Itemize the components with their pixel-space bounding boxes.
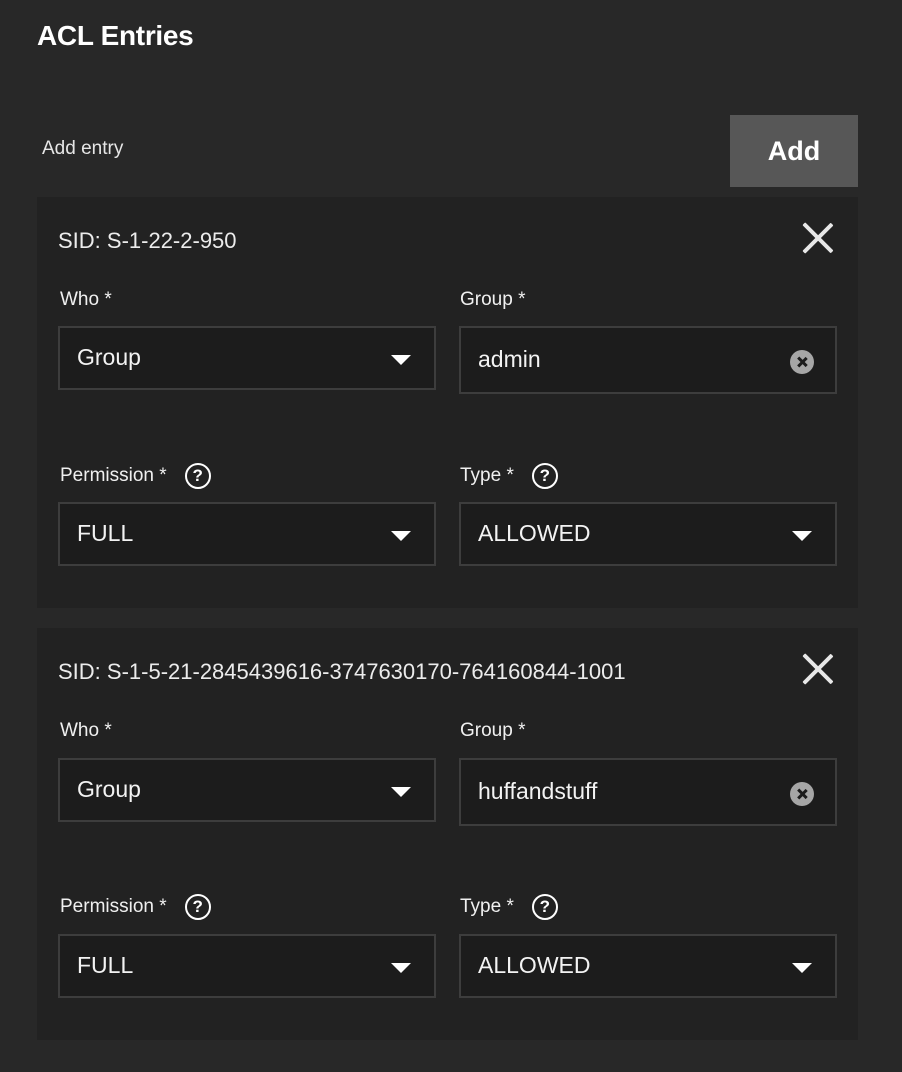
permission-select-value: FULL (77, 951, 134, 978)
page-title: ACL Entries (37, 20, 194, 51)
group-label: Group * (460, 289, 525, 311)
acl-entry-card: SID: S-1-22-2-950 Who * Group Group * ad… (37, 197, 858, 608)
group-input[interactable]: huffandstuff (459, 758, 837, 826)
group-label-text: Group * (460, 720, 526, 741)
who-label: Who * (60, 289, 112, 311)
who-label-text: Who * (60, 289, 112, 310)
type-label-text: Type * (460, 465, 514, 486)
permission-label-text: Permission * (60, 896, 167, 917)
type-label: Type * ? (460, 463, 558, 489)
clear-icon[interactable] (790, 782, 814, 806)
who-select-value: Group (77, 343, 141, 370)
close-icon[interactable] (801, 221, 835, 255)
who-select[interactable]: Group (58, 326, 436, 390)
help-icon[interactable]: ? (184, 894, 211, 920)
add-entry-label: Add entry (42, 138, 124, 159)
permission-select-value: FULL (77, 519, 134, 546)
caret-down-icon (792, 531, 812, 541)
acl-entry-card: SID: S-1-5-21-2845439616-3747630170-7641… (37, 628, 858, 1040)
help-icon[interactable]: ? (531, 463, 558, 489)
type-label-text: Type * (460, 896, 514, 917)
permission-label: Permission * ? (60, 463, 211, 489)
acl-entries-page: ACL Entries Add entry Add SID: S-1-22-2-… (0, 0, 902, 1072)
group-label-text: Group * (460, 289, 526, 310)
group-label: Group * (460, 720, 525, 742)
type-select[interactable]: ALLOWED (459, 502, 837, 566)
who-label-text: Who * (60, 720, 112, 741)
caret-down-icon (391, 787, 411, 797)
permission-select[interactable]: FULL (58, 934, 436, 998)
close-icon[interactable] (801, 652, 835, 686)
group-input-value: admin (478, 345, 541, 372)
group-input[interactable]: admin (459, 326, 837, 394)
group-input-value: huffandstuff (478, 777, 598, 804)
who-select[interactable]: Group (58, 758, 436, 822)
sid-label: SID: S-1-5-21-2845439616-3747630170-7641… (58, 659, 626, 684)
permission-label: Permission * ? (60, 894, 211, 920)
caret-down-icon (391, 531, 411, 541)
permission-select[interactable]: FULL (58, 502, 436, 566)
add-button[interactable]: Add (730, 115, 858, 187)
type-select[interactable]: ALLOWED (459, 934, 837, 998)
who-label: Who * (60, 720, 112, 742)
caret-down-icon (391, 355, 411, 365)
who-select-value: Group (77, 775, 141, 802)
caret-down-icon (391, 963, 411, 973)
caret-down-icon (792, 963, 812, 973)
type-select-value: ALLOWED (478, 951, 591, 978)
permission-label-text: Permission * (60, 465, 167, 486)
clear-icon[interactable] (790, 350, 814, 374)
help-icon[interactable]: ? (531, 894, 558, 920)
help-icon[interactable]: ? (184, 463, 211, 489)
sid-label: SID: S-1-22-2-950 (58, 228, 237, 253)
type-select-value: ALLOWED (478, 519, 591, 546)
type-label: Type * ? (460, 894, 558, 920)
